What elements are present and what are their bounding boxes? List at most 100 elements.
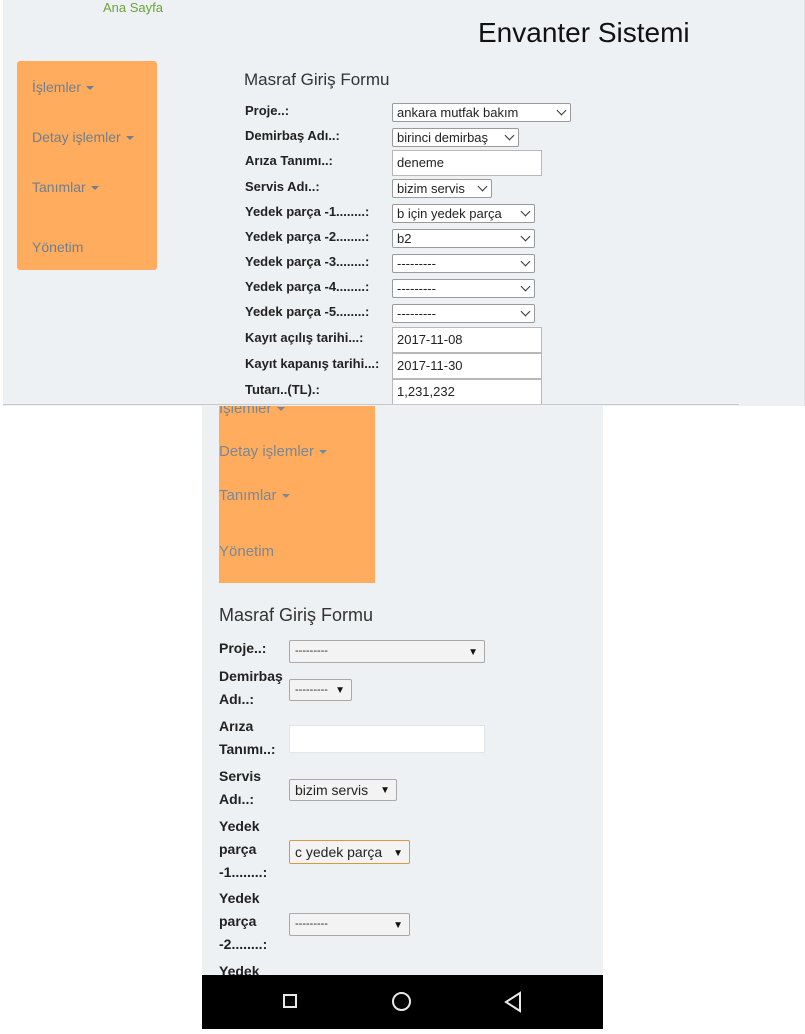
select-value: ---------	[397, 256, 436, 271]
field-label-proje: Proje..:	[245, 103, 290, 118]
sidebar-item-label: Yönetim	[32, 239, 84, 255]
home-link[interactable]: Ana Sayfa	[103, 0, 163, 16]
chevron-down-icon	[556, 105, 567, 116]
mobile-sidebar-item-tanimlar[interactable]: Tanımlar	[219, 487, 290, 505]
select-value: ---------	[295, 684, 328, 696]
circle-shape	[392, 992, 411, 1011]
chevron-down-icon	[504, 130, 515, 141]
field-label-demirbas: Demirbaş Adı..:	[245, 128, 340, 143]
label-line: Adı..:	[219, 791, 254, 807]
kayit-acilis-input[interactable]: 2017-11-08	[392, 327, 542, 353]
label-line: Arıza	[219, 718, 254, 734]
mobile-field-label-ariza: Arıza Tanımı..:	[219, 715, 276, 761]
input-value: 1,231,232	[397, 384, 455, 399]
label-line: Proje..:	[219, 640, 267, 656]
dropdown-arrow-icon: ▼	[468, 647, 478, 658]
mobile-field-label-yedek-parca-2: Yedek parça -2........:	[219, 887, 267, 956]
servis-select[interactable]: bizim servis	[392, 179, 492, 198]
select-value: bizim servis	[295, 782, 369, 798]
select-value: ---------	[295, 645, 328, 657]
mobile-sidebar-item-islemler[interactable]: İşlemler	[219, 406, 285, 418]
sidebar-item-label: İşlemler	[32, 79, 82, 95]
sidebar-item-detay-islemler[interactable]: Detay işlemler	[32, 128, 134, 146]
ariza-input[interactable]: deneme	[392, 150, 542, 176]
label-line: Servis	[219, 768, 262, 784]
select-value: bizim servis	[397, 181, 465, 196]
back-triangle	[504, 991, 521, 1013]
label-line: parça	[219, 913, 257, 929]
sidebar-item-label: İşlemler	[219, 406, 272, 417]
mobile-field-label-proje: Proje..:	[219, 637, 266, 660]
field-label-yedek-parca-1: Yedek parça -1........:	[245, 204, 370, 219]
home-icon[interactable]	[375, 975, 429, 1029]
app-title: Envanter Sistemi	[478, 17, 690, 48]
back-icon[interactable]	[486, 975, 540, 1029]
sidebar-item-label: Detay işlemler	[219, 443, 315, 460]
chevron-down-icon	[520, 206, 531, 217]
select-value: c yedek parça	[295, 844, 383, 860]
mobile-proje-select[interactable]: --------- ▼	[289, 640, 485, 663]
mobile-field-label-yedek-parca-1: Yedek parça -1........:	[219, 815, 267, 884]
input-value: 2017-11-30	[397, 358, 463, 373]
select-value: ---------	[397, 281, 436, 296]
yedek-parca-1-select[interactable]: b için yedek parça	[392, 204, 535, 223]
dropdown-arrow-icon: ▼	[393, 920, 403, 931]
chevron-down-icon	[520, 256, 531, 267]
kayit-kapanis-input[interactable]: 2017-11-30	[392, 353, 542, 379]
caret-down-icon	[125, 136, 134, 141]
tutar-input[interactable]: 1,231,232	[392, 379, 542, 405]
proje-select[interactable]: ankara mutfak bakım	[392, 103, 571, 122]
caret-down-icon	[281, 494, 290, 499]
sidebar-item-label: Yönetim	[219, 543, 275, 560]
left-edge	[0, 0, 3, 406]
yedek-parca-4-select[interactable]: ---------	[392, 279, 535, 298]
sidebar-item-islemler[interactable]: İşlemler	[32, 78, 95, 96]
input-value: deneme	[397, 155, 444, 170]
sidebar-item-label: Tanımlar	[32, 179, 86, 195]
desktop-screenshot: Ana Sayfa Envanter Sistemi İşlemler Deta…	[0, 0, 805, 406]
input-value: 2017-11-08	[397, 332, 463, 347]
select-value: ---------	[397, 306, 436, 321]
mobile-screenshot: İşlemler Detay işlemler Tanımlar Yönetim…	[202, 406, 603, 1029]
field-label-ariza: Arıza Tanımı..:	[245, 153, 333, 168]
yedek-parca-3-select[interactable]: ---------	[392, 254, 535, 273]
label-line: Tanımı..:	[219, 741, 276, 757]
chevron-down-icon	[520, 281, 531, 292]
sidebar-item-label: Detay işlemler	[32, 129, 121, 145]
mobile-servis-select[interactable]: bizim servis ▼	[289, 779, 397, 801]
demirbas-select[interactable]: birinci demirbaş	[392, 128, 519, 147]
label-line: Yedek	[219, 890, 260, 906]
mobile-sidebar-item-detay-islemler[interactable]: Detay işlemler	[219, 443, 328, 461]
sidebar: İşlemler Detay işlemler Tanımlar Yönetim	[17, 61, 157, 270]
mobile-field-label-servis: Servis Adı..:	[219, 765, 261, 811]
select-value: ---------	[295, 918, 328, 930]
caret-down-icon	[276, 407, 285, 412]
divider	[3, 404, 739, 405]
field-label-yedek-parca-4: Yedek parça -4........:	[245, 279, 370, 294]
mobile-yedek-parca-1-select[interactable]: c yedek parça ▼	[289, 840, 410, 864]
recent-apps-icon[interactable]	[264, 975, 318, 1029]
label-line: parça	[219, 841, 257, 857]
label-line: Demirbaş	[219, 668, 283, 684]
sidebar-item-yonetim[interactable]: Yönetim	[32, 238, 83, 256]
mobile-ariza-input[interactable]	[289, 725, 485, 753]
mobile-form-title: Masraf Giriş Formu	[219, 605, 374, 625]
select-value: b için yedek parça	[397, 206, 502, 221]
mobile-demirbas-select[interactable]: --------- ▼	[289, 679, 352, 701]
sidebar-item-label: Tanımlar	[219, 487, 277, 504]
field-label-kayit-acilis: Kayıt açılış tarihi...:	[245, 330, 364, 345]
label-line: -1........:	[219, 864, 268, 880]
dropdown-arrow-icon: ▼	[380, 785, 390, 796]
select-value: ankara mutfak bakım	[397, 105, 519, 120]
mobile-field-label-demirbas: Demirbaş Adı..:	[219, 665, 283, 711]
mobile-yedek-parca-2-select[interactable]: --------- ▼	[289, 913, 410, 936]
yedek-parca-5-select[interactable]: ---------	[392, 304, 535, 323]
field-label-kayit-kapanis: Kayıt kapanış tarihi...:	[245, 356, 380, 371]
chevron-down-icon	[520, 306, 531, 317]
yedek-parca-2-select[interactable]: b2	[392, 229, 535, 248]
field-label-servis: Servis Adı..:	[245, 179, 320, 194]
dropdown-arrow-icon: ▼	[393, 848, 403, 859]
sidebar-item-tanimlar[interactable]: Tanımlar	[32, 178, 99, 196]
mobile-sidebar-item-yonetim[interactable]: Yönetim	[219, 543, 274, 561]
field-label-yedek-parca-5: Yedek parça -5........:	[245, 304, 370, 319]
